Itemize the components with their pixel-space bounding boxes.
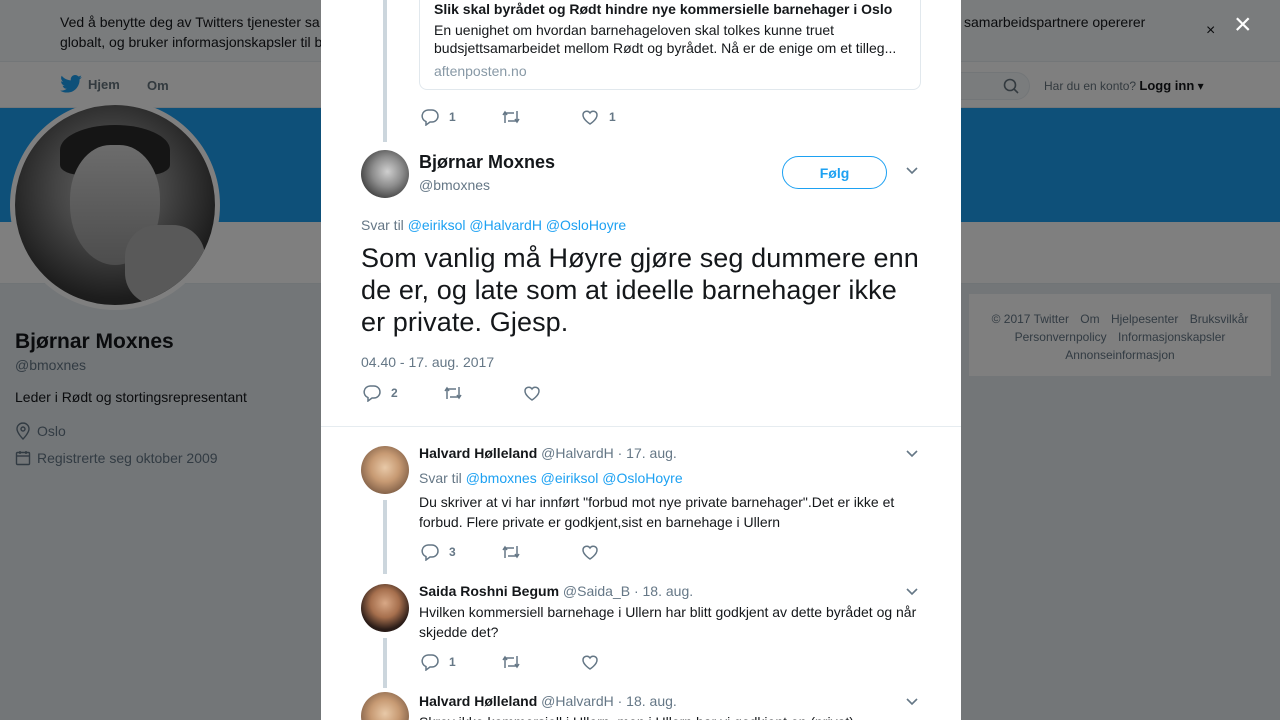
reply-date[interactable]: · 18. aug.	[634, 583, 693, 599]
tweet-actions: 1 1	[421, 108, 661, 126]
chevron-down-icon[interactable]	[905, 163, 919, 179]
tweet-modal: Slik skal byrådet og Rødt hindre nye kom…	[321, 0, 961, 720]
reply-header: Saida Roshni Begum @Saida_B · 18. aug.	[419, 583, 693, 599]
reply-count: 1	[449, 655, 456, 669]
reply-text: Du skriver at vi har innført "forbud mot…	[419, 494, 895, 530]
reply-context: Svar til @eiriksol @HalvardH @OsloHoyre	[361, 217, 626, 233]
reply-icon	[363, 384, 381, 402]
follow-button[interactable]: Følg	[782, 156, 887, 189]
reply-label: Svar til	[361, 217, 404, 233]
reply-author-handle[interactable]: @HalvardH	[541, 445, 614, 461]
reply-author-name[interactable]: Halvard Hølleland	[419, 693, 537, 709]
thread-line	[383, 0, 387, 142]
chevron-down-icon[interactable]	[905, 694, 919, 710]
reply-actions: 1	[421, 653, 661, 671]
chevron-down-icon[interactable]	[905, 584, 919, 600]
like-count: 1	[609, 110, 616, 124]
reply-icon	[421, 653, 439, 671]
mention-link[interactable]: @OsloHoyre	[602, 470, 682, 486]
author-avatar[interactable]	[361, 150, 409, 198]
card-title: Slik skal byrådet og Rødt hindre nye kom…	[434, 1, 893, 17]
mention-link[interactable]: @HalvardH	[469, 217, 542, 233]
reply-count: 3	[449, 545, 456, 559]
chevron-down-icon[interactable]	[905, 446, 919, 462]
heart-icon	[523, 385, 541, 401]
reply-text: Skrev ikke kommersiell i Ullern, men i U…	[419, 712, 924, 720]
retweet-button[interactable]	[501, 544, 581, 560]
reply-label: Svar til	[419, 470, 462, 486]
tweet-actions: 2	[363, 384, 603, 402]
retweet-button[interactable]	[443, 385, 523, 401]
reply-button[interactable]: 1	[421, 108, 501, 126]
author-name[interactable]: Bjørnar Moxnes	[419, 152, 555, 173]
thread-line	[383, 638, 387, 688]
reply-context: Svar til @bmoxnes @eiriksol @OsloHoyre	[419, 470, 683, 486]
reply-author-handle[interactable]: @Saida_B	[563, 583, 630, 599]
link-card[interactable]: Slik skal byrådet og Rødt hindre nye kom…	[419, 0, 921, 90]
reply-actions: 3	[421, 543, 661, 561]
reply-button[interactable]: 2	[363, 384, 443, 402]
reply-author-name[interactable]: Halvard Hølleland	[419, 445, 537, 461]
reply-author-handle[interactable]: @HalvardH	[541, 693, 614, 709]
like-button[interactable]	[581, 544, 661, 560]
reply-button[interactable]: 3	[421, 543, 501, 561]
retweet-icon	[501, 544, 521, 560]
mention-link[interactable]: @eiriksol	[541, 470, 599, 486]
mention-link[interactable]: @OsloHoyre	[546, 217, 626, 233]
heart-icon	[581, 544, 599, 560]
heart-icon	[581, 109, 599, 125]
thread-line	[383, 500, 387, 574]
mention-link[interactable]: @eiriksol	[408, 217, 466, 233]
reply-header: Halvard Hølleland @HalvardH · 17. aug.	[419, 445, 677, 461]
retweet-button[interactable]	[501, 109, 581, 125]
reply-count: 2	[391, 386, 398, 400]
retweet-icon	[501, 654, 521, 670]
heart-icon	[581, 654, 599, 670]
reply-avatar[interactable]	[361, 446, 409, 494]
reply-count: 1	[449, 110, 456, 124]
reply-button[interactable]: 1	[421, 653, 501, 671]
divider	[321, 426, 961, 427]
author-handle[interactable]: @bmoxnes	[419, 177, 490, 193]
like-button[interactable]: 1	[581, 109, 661, 125]
reply-icon	[421, 543, 439, 561]
like-button[interactable]	[523, 385, 603, 401]
tweet-text: Som vanlig må Høyre gjøre seg dummere en…	[361, 243, 919, 337]
reply-date[interactable]: · 18. aug.	[618, 693, 677, 709]
reply-avatar[interactable]	[361, 584, 409, 632]
retweet-icon	[443, 385, 463, 401]
reply-icon	[421, 108, 439, 126]
retweet-icon	[501, 109, 521, 125]
card-domain: aftenposten.no	[434, 63, 527, 79]
reply-avatar[interactable]	[361, 692, 409, 720]
like-button[interactable]	[581, 654, 661, 670]
reply-author-name[interactable]: Saida Roshni Begum	[419, 583, 559, 599]
card-description: En uenighet om hvordan barnehageloven sk…	[434, 22, 897, 56]
reply-header: Halvard Hølleland @HalvardH · 18. aug.	[419, 693, 677, 709]
retweet-button[interactable]	[501, 654, 581, 670]
mention-link[interactable]: @bmoxnes	[466, 470, 537, 486]
tweet-timestamp[interactable]: 04.40 - 17. aug. 2017	[361, 354, 494, 370]
close-modal-icon[interactable]: ×	[1234, 10, 1252, 40]
reply-date[interactable]: · 17. aug.	[618, 445, 677, 461]
reply-text: Hvilken kommersiell barnehage i Ullern h…	[419, 604, 917, 640]
